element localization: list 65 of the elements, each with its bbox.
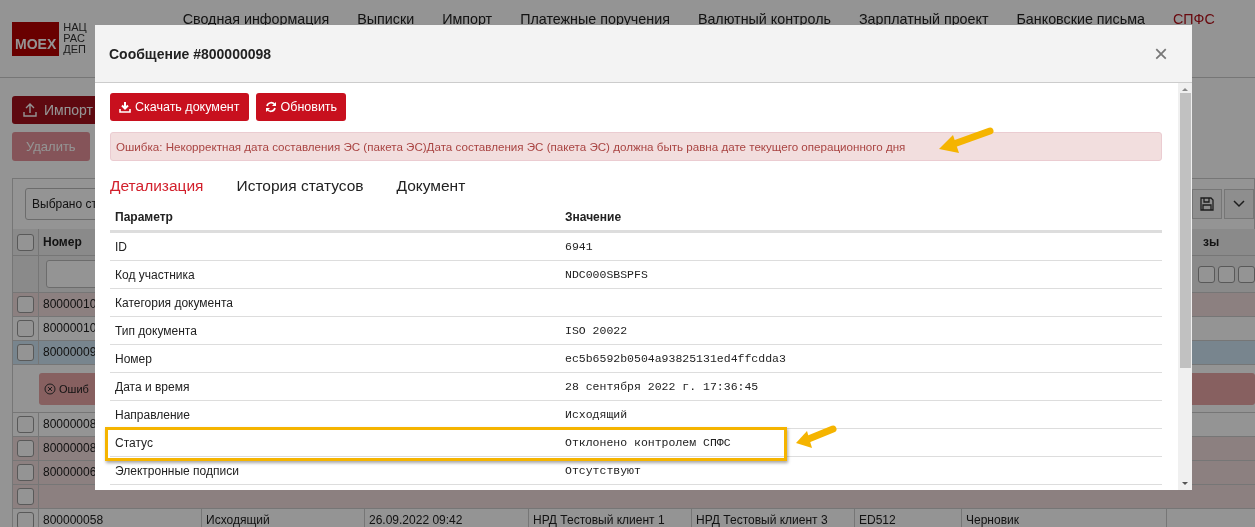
refresh-button[interactable]: Обновить [255, 93, 347, 121]
value-cell-text: Исходящий [564, 408, 628, 421]
table-cell: НРД Тестовый клиент 3 [692, 509, 855, 527]
row-checkbox[interactable] [17, 464, 34, 481]
tab[interactable]: Документ [396, 177, 466, 195]
refresh-icon [264, 101, 277, 113]
error-icon [44, 382, 56, 395]
row-checkbox[interactable] [17, 344, 34, 361]
nav-link[interactable]: Банковские письма [1016, 11, 1145, 27]
save-button[interactable] [1192, 189, 1222, 219]
dialog-title: Сообщение #800000098 [109, 45, 273, 62]
download-icon [119, 101, 131, 113]
value-cell-text: 28 сентября 2022 г. 17:36:45 [564, 380, 759, 393]
logo-text: ДЕП [63, 44, 87, 55]
row-checkbox[interactable] [17, 440, 34, 457]
parameter-cell-text: Дата и время [114, 379, 191, 394]
value-cell-text: Отклонено контролем СПФС [564, 436, 731, 449]
table-cell: Черновик [962, 509, 1167, 527]
column-header: зы [1202, 235, 1221, 249]
nav-link[interactable]: Сводная информация [182, 11, 330, 27]
nav-link[interactable]: Платежные поручения [520, 11, 670, 27]
row-checkbox[interactable] [17, 416, 34, 433]
table-cell: НРД Тестовый клиент 1 [529, 509, 692, 527]
row-checkbox[interactable] [17, 488, 34, 505]
download-button[interactable]: Скачать документ [110, 93, 249, 121]
table-cell: ED512 [855, 509, 962, 527]
nav-link[interactable]: Валютный контроль [697, 11, 831, 27]
row-checkbox[interactable] [17, 320, 34, 337]
save-icon [1200, 197, 1214, 211]
value-cell-text: NDC000SBSPFS [564, 268, 648, 281]
logo: MOEX [12, 22, 60, 56]
error-text: Ошиб [59, 382, 89, 395]
checkbox[interactable] [1198, 265, 1215, 283]
checkbox[interactable] [1238, 265, 1255, 283]
upload-icon [22, 102, 38, 118]
value-cell-text: ec5b6592b0504a93825131ed4ffcdda3 [564, 352, 786, 365]
column-header: Номер [42, 235, 82, 249]
column-header: Значение [564, 209, 622, 224]
parameter-cell-text: Номер [114, 351, 153, 366]
parameter-cell-text: Код участника [114, 267, 196, 282]
logo-text: НАЦ [63, 22, 87, 33]
value-cell-text: Отсутствуют [564, 464, 641, 477]
value-cell-text: ISO 20022 [564, 324, 628, 337]
table-cell: 26.09.2022 09:42 [365, 509, 529, 527]
dropdown-button[interactable] [1224, 189, 1254, 219]
table-cell: 800000058 [39, 509, 202, 527]
scrollbar-thumb[interactable] [1179, 93, 1191, 368]
row-checkbox[interactable] [17, 512, 34, 527]
chevron-down-icon [1232, 199, 1246, 209]
row-checkbox[interactable] [17, 296, 34, 313]
parameter-cell-text: ID [114, 239, 128, 254]
nav-link[interactable]: Выписки [357, 11, 415, 27]
error-alert: Ошибка: Некорректная дата составления ЭС (пакета ЭС)Дата составления ЭС (пакета ЭС) должна быть равна дате текущего операционного дня [110, 132, 1162, 161]
tab[interactable]: История статусов [236, 177, 364, 195]
parameter-cell-text: Статус [114, 435, 154, 450]
nav-link[interactable]: Импорт [442, 11, 493, 27]
nav-link[interactable]: Зарплатный проект [859, 11, 989, 27]
parameter-cell-text: Тип документа [114, 323, 198, 338]
checkbox[interactable] [17, 233, 34, 251]
checkbox[interactable] [1218, 265, 1235, 283]
value-cell-text: 6941 [564, 240, 593, 253]
logo-text: РАС [63, 33, 85, 44]
table-cell: Исходящий [202, 509, 365, 527]
close-button[interactable]: × [1150, 41, 1172, 66]
nav-link[interactable]: СПФС [1172, 11, 1215, 27]
